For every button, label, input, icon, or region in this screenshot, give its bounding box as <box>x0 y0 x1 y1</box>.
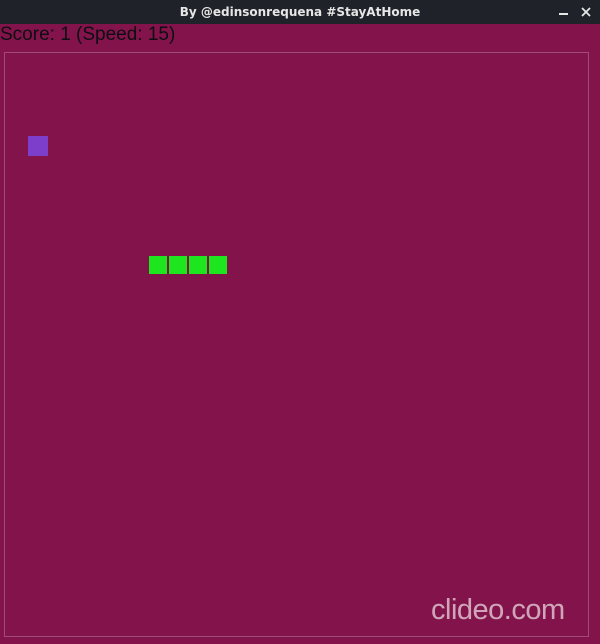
snake-segment <box>149 256 167 274</box>
minimize-button[interactable] <box>554 0 574 24</box>
close-button[interactable] <box>576 0 596 24</box>
minimize-icon <box>559 13 568 15</box>
close-icon <box>581 7 591 17</box>
window-titlebar: By @edinsonrequena #StayAtHome <box>0 0 600 24</box>
window-title: By @edinsonrequena #StayAtHome <box>179 5 421 19</box>
watermark: clideo.com <box>431 594 565 626</box>
snake-segment <box>169 256 187 274</box>
snake-segment <box>189 256 207 274</box>
game-area: Score: 1 (Speed: 15) clideo.com <box>0 24 600 644</box>
game-board <box>4 52 589 637</box>
score-label: Score: 1 (Speed: 15) <box>0 24 176 45</box>
snake-head <box>209 256 227 274</box>
food-item <box>28 136 48 156</box>
